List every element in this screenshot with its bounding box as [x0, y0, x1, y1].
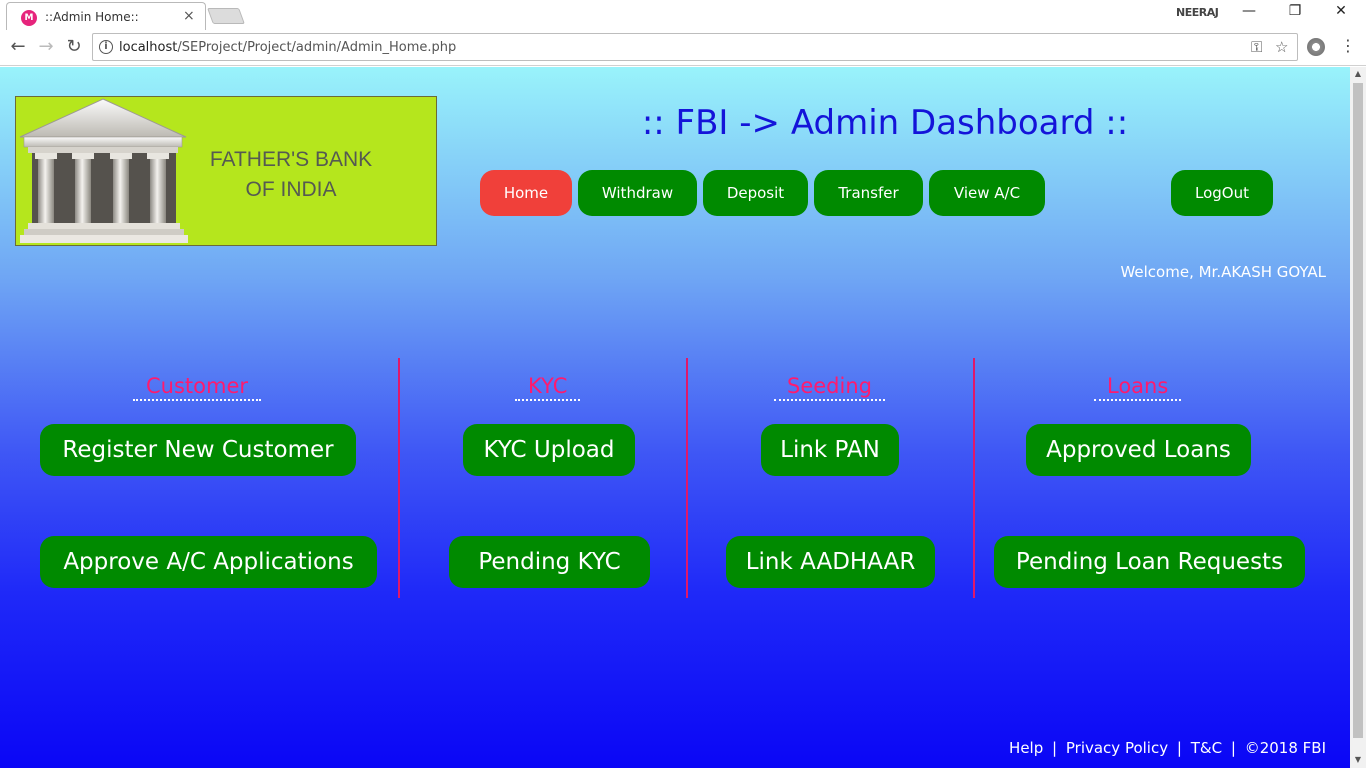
nav-home-button[interactable]: Home — [480, 170, 572, 216]
footer-help-link[interactable]: Help — [1009, 739, 1043, 757]
section-title-kyc: KYC — [515, 373, 581, 401]
back-arrow-icon[interactable]: ← — [6, 36, 30, 57]
section-title-loans: Loans — [1094, 373, 1182, 401]
minimize-icon[interactable]: — — [1234, 3, 1264, 19]
logo-line-2: OF INDIA — [245, 178, 337, 201]
browser-menu-icon[interactable]: ⋮ — [1340, 36, 1356, 55]
logo-line-1: FATHER'S BANK — [209, 148, 373, 171]
welcome-message: Welcome, Mr.AKASH GOYAL — [1120, 263, 1326, 281]
footer: Help | Privacy Policy | T&C | ©2018 FBI — [1007, 739, 1328, 757]
profile-name[interactable]: NEERAJ — [1172, 6, 1222, 24]
kyc-upload-button[interactable]: KYC Upload — [463, 424, 635, 476]
nav-deposit-button[interactable]: Deposit — [703, 170, 808, 216]
scroll-down-icon[interactable]: ▼ — [1350, 753, 1366, 767]
logout-button[interactable]: LogOut — [1171, 170, 1273, 216]
footer-separator: | — [1176, 739, 1182, 757]
vertical-scrollbar[interactable]: ▲ ▼ — [1350, 67, 1366, 768]
footer-tnc-link[interactable]: T&C — [1191, 739, 1222, 757]
footer-separator: | — [1052, 739, 1058, 757]
nav-view-ac-button[interactable]: View A/C — [929, 170, 1045, 216]
column-divider — [973, 358, 975, 598]
tab-title: ::Admin Home:: — [45, 10, 139, 24]
scroll-up-icon[interactable]: ▲ — [1350, 67, 1366, 81]
browser-toolbar: ← → ↻ i localhost/SEProject/Project/admi… — [0, 30, 1366, 66]
close-window-icon[interactable]: ✕ — [1326, 3, 1356, 19]
approved-loans-button[interactable]: Approved Loans — [1026, 424, 1251, 476]
restore-icon[interactable]: ❐ — [1280, 3, 1310, 19]
section-title-customer: Customer — [133, 373, 262, 401]
pending-kyc-button[interactable]: Pending KYC — [449, 536, 650, 588]
info-icon[interactable]: i — [99, 40, 113, 54]
key-icon[interactable]: ⚿ — [1251, 38, 1262, 56]
page-title: :: FBI -> Admin Dashboard :: — [641, 103, 1129, 143]
browser-tab-strip: M ::Admin Home:: × NEERAJ — ❐ ✕ — [0, 0, 1366, 30]
reload-icon[interactable]: ↻ — [62, 36, 86, 57]
column-divider — [398, 358, 400, 598]
browser-tab[interactable]: M ::Admin Home:: × — [6, 2, 206, 30]
link-pan-button[interactable]: Link PAN — [761, 424, 899, 476]
footer-privacy-link[interactable]: Privacy Policy — [1066, 739, 1168, 757]
url-text[interactable]: localhost/SEProject/Project/admin/Admin_… — [119, 40, 456, 55]
bookmark-star-icon[interactable]: ☆ — [1275, 38, 1288, 56]
approve-ac-applications-button[interactable]: Approve A/C Applications — [40, 536, 377, 588]
new-tab-button[interactable] — [207, 8, 245, 24]
page-viewport: FATHER'S BANK OF INDIA :: FBI -> Admin D… — [0, 67, 1350, 768]
column-divider — [686, 358, 688, 598]
pending-loan-requests-button[interactable]: Pending Loan Requests — [994, 536, 1305, 588]
nav-withdraw-button[interactable]: Withdraw — [578, 170, 697, 216]
bank-logo: FATHER'S BANK OF INDIA — [15, 96, 437, 246]
section-title-seeding: Seeding — [774, 373, 885, 401]
tab-close-icon[interactable]: × — [183, 8, 195, 24]
logo-text: FATHER'S BANK OF INDIA — [186, 145, 396, 205]
footer-copyright: ©2018 FBI — [1244, 739, 1326, 757]
url-host: localhost — [119, 40, 178, 55]
extension-icon[interactable] — [1307, 38, 1325, 56]
forward-arrow-icon[interactable]: → — [34, 36, 58, 57]
register-new-customer-button[interactable]: Register New Customer — [40, 424, 356, 476]
scrollbar-thumb[interactable] — [1353, 83, 1363, 738]
site-favicon-icon: M — [21, 10, 37, 26]
footer-separator: | — [1230, 739, 1236, 757]
url-path: /SEProject/Project/admin/Admin_Home.php — [177, 40, 457, 55]
address-bar[interactable]: i localhost/SEProject/Project/admin/Admi… — [92, 33, 1298, 61]
link-aadhaar-button[interactable]: Link AADHAAR — [726, 536, 935, 588]
bank-building-icon — [19, 98, 188, 243]
nav-transfer-button[interactable]: Transfer — [814, 170, 923, 216]
